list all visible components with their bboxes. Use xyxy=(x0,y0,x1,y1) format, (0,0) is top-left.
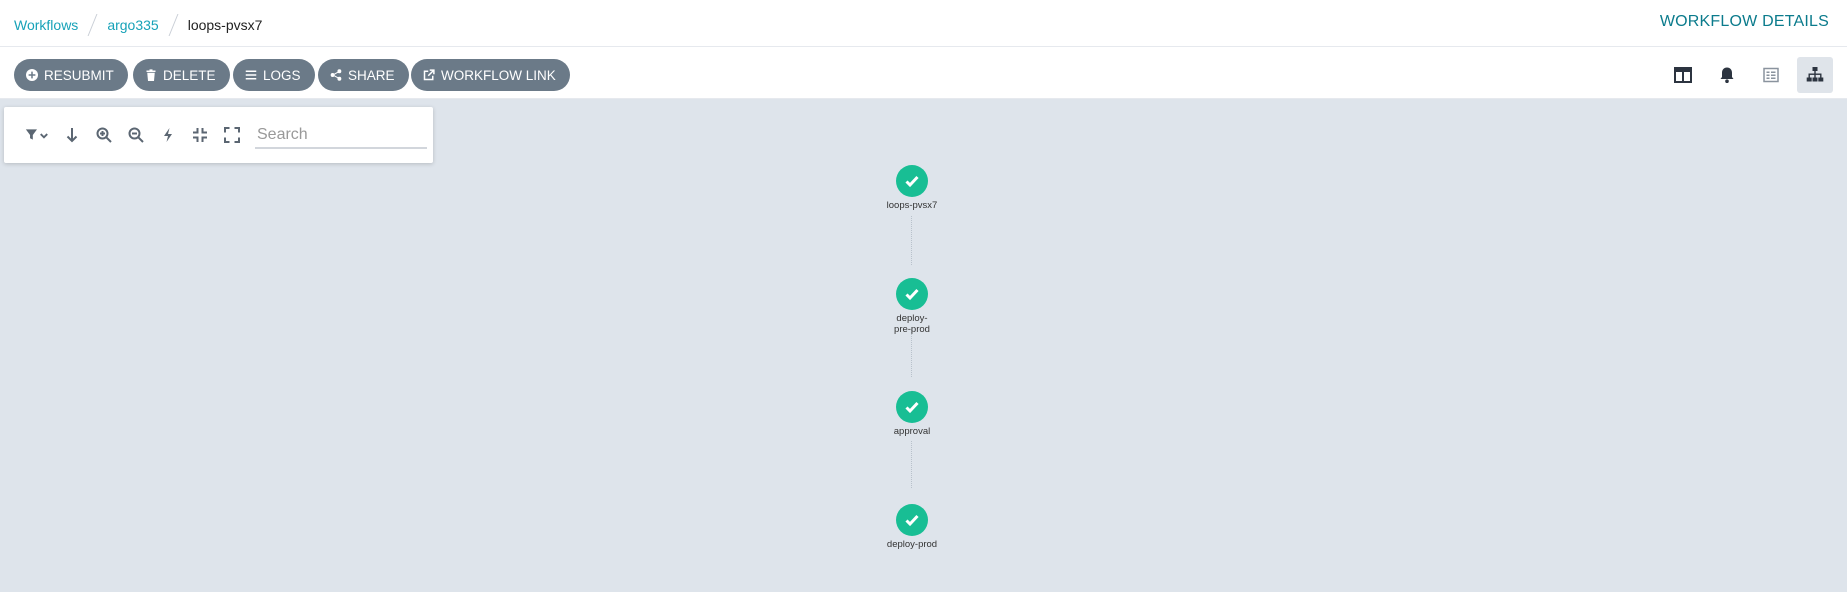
events-view-button[interactable] xyxy=(1709,57,1745,93)
resubmit-button[interactable]: RESUBMIT xyxy=(14,59,128,91)
arrow-down-icon xyxy=(66,128,78,143)
node-label: approval xyxy=(893,426,931,437)
graph-edge xyxy=(911,329,913,377)
filter-button[interactable] xyxy=(23,126,51,144)
workflow-graph-canvas[interactable]: loops-pvsx7 deploy-pre-prod approval dep… xyxy=(0,99,1847,592)
graph-view-button[interactable] xyxy=(1797,57,1833,93)
success-status-icon xyxy=(896,278,928,310)
filter-icon xyxy=(25,129,48,140)
timeline-view-button[interactable] xyxy=(1753,57,1789,93)
success-status-icon xyxy=(896,391,928,423)
workflow-node[interactable]: loops-pvsx7 xyxy=(862,165,962,211)
trash-icon xyxy=(146,69,156,81)
breadcrumb: Workflows argo335 loops-pvsx7 xyxy=(14,14,262,36)
bars-icon xyxy=(245,70,257,80)
fullscreen-button[interactable] xyxy=(223,126,241,144)
zoom-in-icon xyxy=(96,127,112,143)
bell-icon xyxy=(1720,67,1734,83)
external-link-icon xyxy=(423,69,435,81)
workflow-node[interactable]: deploy-prod xyxy=(862,504,962,550)
logs-label: LOGS xyxy=(263,67,301,83)
workflow-node[interactable]: deploy-pre-prod xyxy=(862,278,962,335)
share-icon xyxy=(330,69,342,81)
zoom-out-icon xyxy=(128,127,144,143)
plus-circle-icon xyxy=(26,69,38,81)
collapse-button[interactable] xyxy=(191,126,209,144)
breadcrumb-separator xyxy=(168,14,179,36)
delete-label: DELETE xyxy=(163,67,216,83)
sitemap-icon xyxy=(1806,67,1824,82)
bolt-icon xyxy=(164,128,172,142)
success-status-icon xyxy=(896,165,928,197)
breadcrumb-namespace[interactable]: argo335 xyxy=(107,17,158,33)
graph-search-input[interactable] xyxy=(255,123,427,149)
node-label: deploy-prod xyxy=(886,539,938,550)
check-icon xyxy=(905,514,919,527)
check-icon xyxy=(905,401,919,414)
breadcrumb-workflows[interactable]: Workflows xyxy=(14,17,78,33)
share-label: SHARE xyxy=(348,67,395,83)
delete-button[interactable]: DELETE xyxy=(133,59,230,91)
workflow-link-button[interactable]: WORKFLOW LINK xyxy=(411,59,570,91)
logs-button[interactable]: LOGS xyxy=(233,59,315,91)
zoom-out-button[interactable] xyxy=(127,126,145,144)
top-bar: Workflows argo335 loops-pvsx7 WORKFLOW D… xyxy=(0,0,1847,47)
breadcrumb-separator xyxy=(87,14,98,36)
graph-options-panel xyxy=(4,107,433,163)
compress-icon xyxy=(193,128,207,142)
breadcrumb-current: loops-pvsx7 xyxy=(187,17,263,33)
fast-render-button[interactable] xyxy=(159,126,177,144)
check-icon xyxy=(905,288,919,301)
check-icon xyxy=(905,175,919,188)
zoom-in-button[interactable] xyxy=(95,126,113,144)
success-status-icon xyxy=(896,504,928,536)
node-label: loops-pvsx7 xyxy=(886,200,938,211)
columns-icon xyxy=(1674,67,1692,83)
page-title: WORKFLOW DETAILS xyxy=(1659,13,1829,30)
workflow-link-label: WORKFLOW LINK xyxy=(441,67,556,83)
summary-view-button[interactable] xyxy=(1665,57,1701,93)
expand-icon xyxy=(224,127,240,143)
list-alt-icon xyxy=(1763,67,1779,83)
graph-edge xyxy=(911,216,913,265)
action-toolbar: RESUBMIT DELETE LOGS SHARE WORKFLOW LINK xyxy=(0,47,1847,99)
direction-button[interactable] xyxy=(63,126,81,144)
share-button[interactable]: SHARE xyxy=(318,59,409,91)
node-label: deploy-pre-prod xyxy=(894,313,930,335)
resubmit-label: RESUBMIT xyxy=(44,67,114,83)
workflow-node[interactable]: approval xyxy=(862,391,962,437)
graph-edge xyxy=(911,441,913,488)
